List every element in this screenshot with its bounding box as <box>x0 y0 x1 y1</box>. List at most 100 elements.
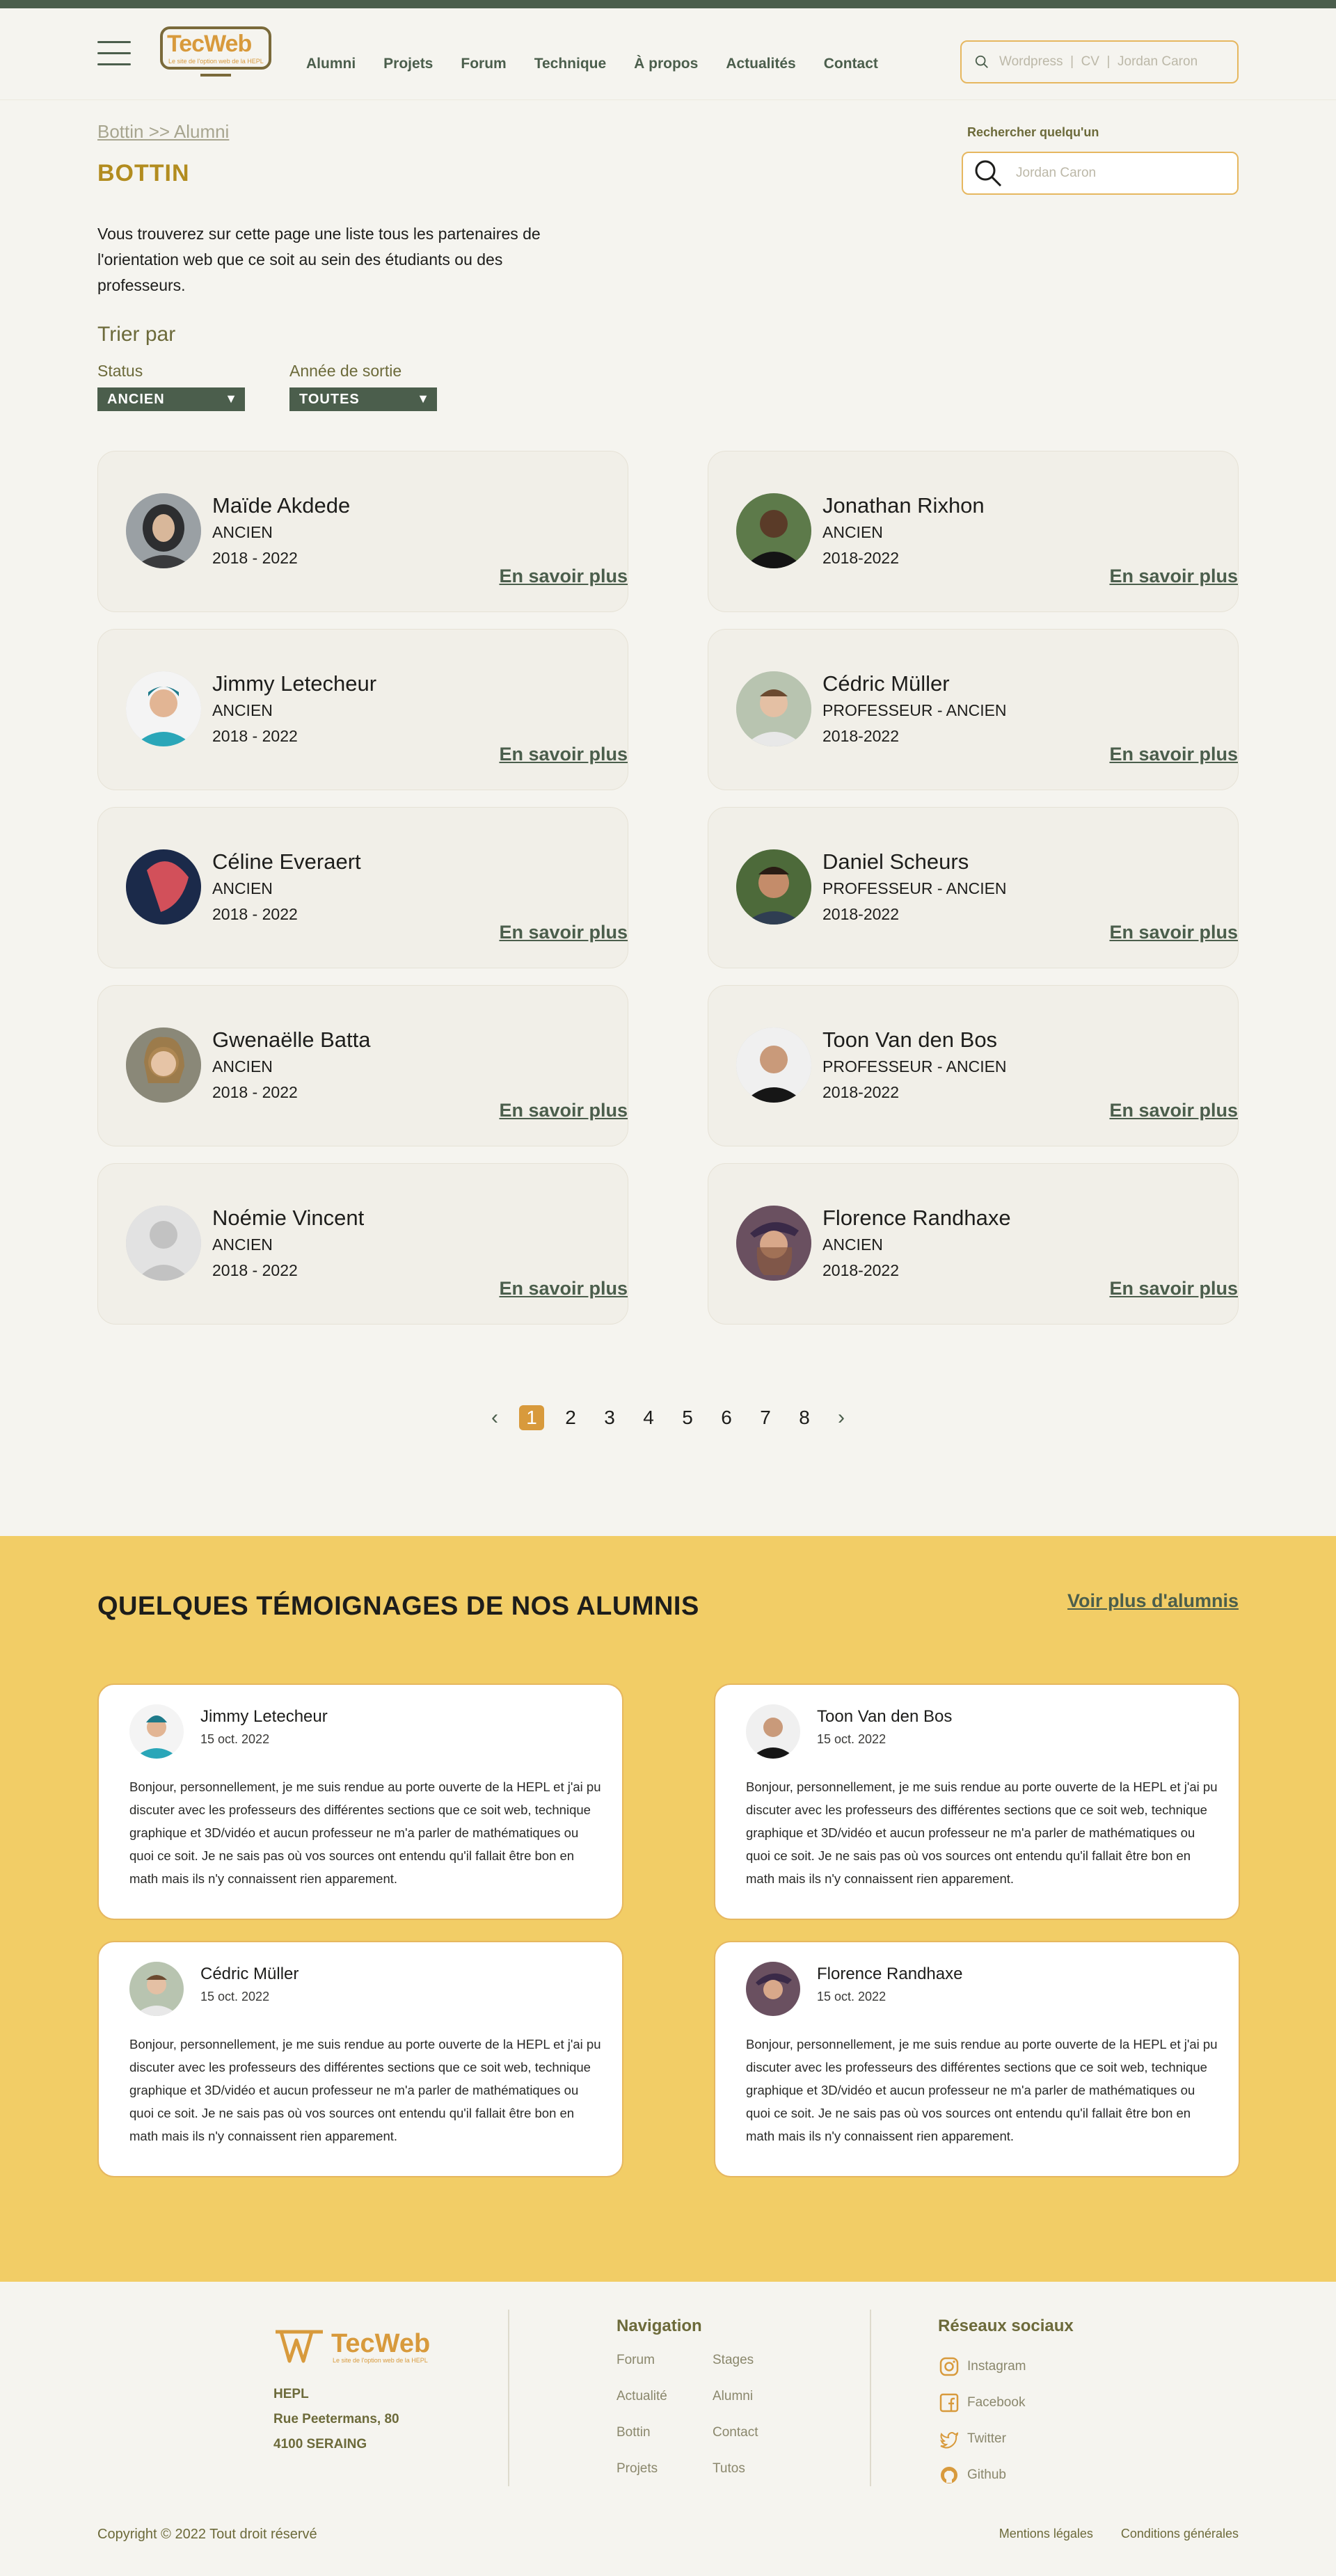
see-more-link[interactable]: En savoir plus <box>1109 1100 1238 1121</box>
page-3[interactable]: 3 <box>597 1405 622 1430</box>
social-facebook[interactable]: Facebook <box>938 2385 1026 2421</box>
avatar <box>129 1962 184 2016</box>
status-select[interactable]: ANCIEN ▼ <box>97 387 245 411</box>
footer-social-title: Réseaux sociaux <box>938 2317 1074 2335</box>
search-icon <box>975 55 988 68</box>
github-icon <box>941 2467 957 2483</box>
footer-divider <box>508 2310 509 2486</box>
people-search[interactable] <box>962 152 1239 195</box>
social-github[interactable]: Github <box>938 2457 1026 2493</box>
menu-burger-icon[interactable] <box>97 41 131 69</box>
avatar <box>736 849 811 925</box>
person-role: ANCIEN <box>822 1235 883 1254</box>
avatar <box>126 1027 201 1103</box>
person-role: ANCIEN <box>212 1057 273 1075</box>
person-years: 2018 - 2022 <box>212 727 298 745</box>
person-role: ANCIEN <box>212 701 273 719</box>
legal-conditions-link[interactable]: Conditions générales <box>1121 2527 1239 2541</box>
person-years: 2018-2022 <box>822 905 899 923</box>
avatar <box>736 1206 811 1281</box>
testimonial-card: Florence Randhaxe 15 oct. 2022 Bonjour, … <box>714 1941 1240 2177</box>
year-filter: Année de sortie TOUTES ▼ <box>289 362 437 411</box>
testimonial-text: Bonjour, personnellement, je me suis ren… <box>129 1779 601 1886</box>
chevron-left-icon[interactable]: ‹ <box>484 1406 505 1430</box>
nav-technique[interactable]: Technique <box>534 56 606 72</box>
testimonial-card: Cédric Müller 15 oct. 2022 Bonjour, pers… <box>97 1941 623 2177</box>
person-card: Daniel Scheurs PROFESSEUR - ANCIEN 2018-… <box>708 807 1239 968</box>
footer-logo[interactable]: TecWeb Le site de l'option web de la HEP… <box>273 2328 440 2367</box>
status-select-value: ANCIEN <box>107 392 165 407</box>
footer-link-bottin[interactable]: Bottin <box>617 2425 667 2461</box>
person-name: Cédric Müller <box>822 671 950 696</box>
testimonial-date: 15 oct. 2022 <box>817 1732 886 1746</box>
avatar <box>126 849 201 925</box>
top-stripe <box>0 0 1336 8</box>
nav-actualites[interactable]: Actualités <box>726 56 795 72</box>
see-more-link[interactable]: En savoir plus <box>1109 922 1238 943</box>
testimonial-text: Bonjour, personnellement, je me suis ren… <box>746 1779 1218 1886</box>
status-filter: Status ANCIEN ▼ <box>97 362 245 411</box>
person-years: 2018 - 2022 <box>212 905 298 923</box>
site-logo[interactable]: TecWeb Le site de l'option web de la HEP… <box>160 26 278 82</box>
footer-link-contact[interactable]: Contact <box>713 2425 758 2461</box>
nav-a-propos[interactable]: À propos <box>634 56 698 72</box>
avatar <box>746 1704 800 1759</box>
header-search[interactable] <box>960 40 1239 83</box>
nav-projets[interactable]: Projets <box>383 56 433 72</box>
page-5[interactable]: 5 <box>675 1405 700 1430</box>
see-more-link[interactable]: En savoir plus <box>499 744 628 765</box>
footer-link-alumni[interactable]: Alumni <box>713 2389 758 2425</box>
person-role: ANCIEN <box>212 523 273 541</box>
person-role: PROFESSEUR - ANCIEN <box>822 879 1007 897</box>
person-name: Maïde Akdede <box>212 493 351 518</box>
person-card: Maïde Akdede ANCIEN 2018 - 2022 En savoi… <box>97 451 628 612</box>
page-6[interactable]: 6 <box>714 1405 739 1430</box>
copyright: Copyright © 2022 Tout droit réservé <box>97 2527 317 2542</box>
footer-link-projets[interactable]: Projets <box>617 2461 667 2497</box>
page-1[interactable]: 1 <box>519 1405 544 1430</box>
header-search-input[interactable] <box>999 54 1222 70</box>
see-more-link[interactable]: En savoir plus <box>499 566 628 587</box>
caret-down-icon: ▼ <box>417 392 430 406</box>
footer-nav-col-1: Forum Actualité Bottin Projets <box>617 2353 667 2497</box>
social-instagram[interactable]: Instagram <box>938 2349 1026 2385</box>
person-card: Jonathan Rixhon ANCIEN 2018-2022 En savo… <box>708 451 1239 612</box>
see-more-link[interactable]: En savoir plus <box>499 1100 628 1121</box>
site-header: TecWeb Le site de l'option web de la HEP… <box>0 8 1336 100</box>
footer-link-actualite[interactable]: Actualité <box>617 2389 667 2425</box>
person-card: Jimmy Letecheur ANCIEN 2018 - 2022 En sa… <box>97 629 628 790</box>
legal-mentions-link[interactable]: Mentions légales <box>999 2527 1093 2541</box>
see-more-link[interactable]: En savoir plus <box>499 922 628 943</box>
avatar-placeholder <box>126 1206 201 1281</box>
page-4[interactable]: 4 <box>636 1405 661 1430</box>
nav-forum[interactable]: Forum <box>461 56 506 72</box>
year-filter-label: Année de sortie <box>289 362 402 380</box>
people-search-label: Rechercher quelqu'un <box>967 125 1099 139</box>
avatar <box>126 671 201 746</box>
see-more-link[interactable]: En savoir plus <box>1109 566 1238 587</box>
testimonial-author: Jimmy Letecheur <box>200 1707 328 1726</box>
person-role: ANCIEN <box>822 523 883 541</box>
footer-link-tutos[interactable]: Tutos <box>713 2461 758 2497</box>
nav-alumni[interactable]: Alumni <box>306 56 356 72</box>
footer-link-forum[interactable]: Forum <box>617 2353 667 2389</box>
logo-text: TecWeb <box>167 31 252 57</box>
see-more-link[interactable]: En savoir plus <box>1109 744 1238 765</box>
year-select[interactable]: TOUTES ▼ <box>289 387 437 411</box>
breadcrumb[interactable]: Bottin >> Alumni <box>97 121 229 143</box>
page-7[interactable]: 7 <box>753 1405 778 1430</box>
chevron-right-icon[interactable]: › <box>831 1406 852 1430</box>
footer-link-stages[interactable]: Stages <box>713 2353 758 2389</box>
footer-logo-tagline: Le site de l'option web de la HEPL <box>333 2357 428 2364</box>
see-more-alumni-link[interactable]: Voir plus d'alumnis <box>1067 1590 1239 1612</box>
see-more-link[interactable]: En savoir plus <box>499 1278 628 1299</box>
sort-title: Trier par <box>97 323 176 346</box>
person-card: Céline Everaert ANCIEN 2018 - 2022 En sa… <box>97 807 628 968</box>
page-2[interactable]: 2 <box>558 1405 583 1430</box>
see-more-link[interactable]: En savoir plus <box>1109 1278 1238 1299</box>
people-search-input[interactable] <box>1016 166 1225 181</box>
footer-address: HEPL Rue Peetermans, 80 4100 SERAING <box>273 2387 399 2451</box>
social-twitter[interactable]: Twitter <box>938 2421 1026 2457</box>
nav-contact[interactable]: Contact <box>824 56 878 72</box>
page-8[interactable]: 8 <box>792 1405 817 1430</box>
